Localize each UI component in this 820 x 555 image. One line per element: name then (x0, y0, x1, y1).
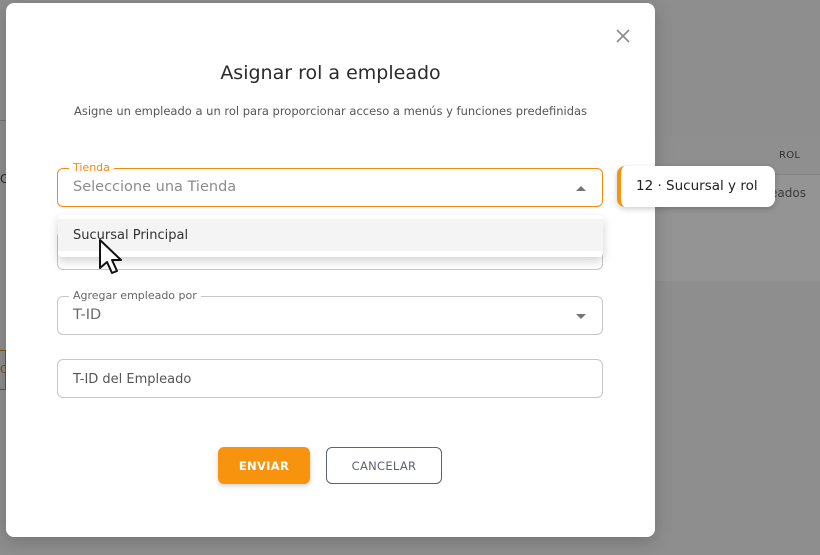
add-by-select-value: T-ID (73, 307, 102, 323)
step-chip: 12 · Sucursal y rol (617, 166, 775, 207)
store-select[interactable]: Tienda Seleccione una Tienda (57, 161, 603, 207)
store-select-placeholder: Seleccione una Tienda (73, 179, 237, 195)
mouse-pointer-icon (98, 238, 126, 278)
dialog-title: Asignar rol a empleado (220, 62, 441, 84)
cancel-button[interactable]: CANCELAR (326, 447, 442, 484)
add-by-select-label: Agregar empleado por (69, 289, 201, 303)
dropdown-option-sucursal-principal[interactable]: Sucursal Principal (58, 219, 603, 251)
submit-button[interactable]: ENVIAR (218, 447, 310, 484)
step-chip-label: 12 · Sucursal y rol (636, 178, 758, 194)
employee-id-input[interactable]: T-ID del Empleado (57, 359, 603, 398)
dialog-subtitle: Asigne un empleado a un rol para proporc… (73, 104, 588, 118)
close-icon[interactable] (614, 27, 632, 45)
store-select-label: Tienda (69, 161, 114, 175)
add-by-select[interactable]: Agregar empleado por T-ID (57, 289, 603, 335)
employee-id-placeholder: T-ID del Empleado (73, 372, 192, 387)
caret-up-icon[interactable] (576, 186, 586, 191)
store-dropdown-menu: Sucursal Principal (58, 215, 603, 257)
caret-down-icon[interactable] (576, 314, 586, 319)
dropdown-option-label: Sucursal Principal (73, 228, 189, 243)
